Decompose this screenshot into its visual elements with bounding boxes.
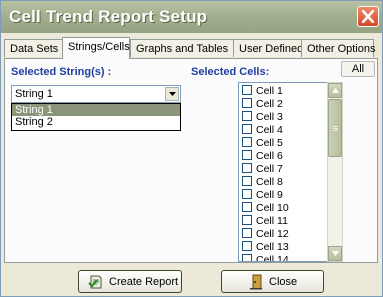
select-all-button[interactable]: All <box>341 61 375 77</box>
chevron-down-icon <box>332 251 339 256</box>
cell-item[interactable]: Cell 14 <box>242 254 289 262</box>
checkbox[interactable] <box>242 137 252 147</box>
cell-item[interactable]: Cell 3 <box>242 111 283 124</box>
cell-label: Cell 3 <box>256 111 283 123</box>
title-bar[interactable]: Cell Trend Report Setup <box>1 1 382 33</box>
tab-strings-cells[interactable]: Strings/Cells <box>62 37 130 59</box>
string-option-2[interactable]: String 2 <box>12 116 180 128</box>
tab-label: Other Options <box>307 43 376 55</box>
checkbox[interactable] <box>242 176 252 186</box>
cell-label: Cell 12 <box>256 228 289 240</box>
checkbox[interactable] <box>242 150 252 160</box>
string-select[interactable]: String 1 <box>11 85 181 103</box>
checkbox[interactable] <box>242 202 252 212</box>
cell-label: Cell 2 <box>256 98 283 110</box>
tab-label: Strings/Cells <box>68 41 130 53</box>
cells-scrollbar[interactable] <box>327 82 343 262</box>
cell-item[interactable]: Cell 13 <box>242 241 289 254</box>
chevron-down-icon <box>169 92 176 96</box>
window-title: Cell Trend Report Setup <box>9 7 208 26</box>
tab-label: Graphs and Tables <box>136 43 229 55</box>
checkbox[interactable] <box>242 163 252 173</box>
scroll-up-button[interactable] <box>328 83 342 98</box>
cell-item[interactable]: Cell 2 <box>242 98 283 111</box>
cell-label: Cell 7 <box>256 163 283 175</box>
checkbox[interactable] <box>242 98 252 108</box>
dialog-window: Cell Trend Report Setup Data Sets String… <box>0 0 383 297</box>
cell-label: Cell 11 <box>256 215 288 227</box>
checkbox[interactable] <box>242 254 252 261</box>
scroll-thumb[interactable] <box>328 99 342 157</box>
tab-strip: Data Sets Strings/Cells Graphs and Table… <box>4 37 380 59</box>
tab-graphs-tables[interactable]: Graphs and Tables <box>130 39 234 57</box>
cell-label: Cell 8 <box>256 176 283 188</box>
cell-item[interactable]: Cell 1 <box>242 85 283 98</box>
cell-label: Cell 14 <box>256 254 289 262</box>
cell-item[interactable]: Cell 11 <box>242 215 288 228</box>
tab-other-options[interactable]: Other Options <box>301 39 376 57</box>
close-button[interactable]: Close <box>221 270 324 293</box>
cell-label: Cell 4 <box>256 124 283 136</box>
cell-label: Cell 9 <box>256 189 283 201</box>
exit-door-icon <box>250 274 262 290</box>
button-bar: Create Report Close <box>1 265 382 296</box>
checkbox[interactable] <box>242 85 252 95</box>
checkbox[interactable] <box>242 241 252 251</box>
cell-item[interactable]: Cell 10 <box>242 202 289 215</box>
close-label: Close <box>269 276 298 288</box>
cell-item[interactable]: Cell 9 <box>242 189 283 202</box>
tab-data-sets[interactable]: Data Sets <box>4 39 63 57</box>
cell-item[interactable]: Cell 6 <box>242 150 283 163</box>
scroll-down-button[interactable] <box>328 246 342 261</box>
cell-label: Cell 1 <box>256 85 283 97</box>
report-icon <box>88 275 102 289</box>
cell-item[interactable]: Cell 5 <box>242 137 283 150</box>
grip-icon <box>333 126 338 127</box>
cell-label: Cell 13 <box>256 241 289 253</box>
chevron-up-icon <box>332 88 339 93</box>
checkbox[interactable] <box>242 228 252 238</box>
strings-cells-panel: Selected String(s) : String 1 String 1 S… <box>4 58 378 263</box>
cell-item[interactable]: Cell 12 <box>242 228 289 241</box>
window-close-button[interactable] <box>357 6 379 27</box>
cell-item[interactable]: Cell 8 <box>242 176 283 189</box>
string-select-value: String 1 <box>15 88 53 100</box>
create-report-label: Create Report <box>109 276 179 288</box>
checkbox[interactable] <box>242 215 252 225</box>
cell-label: Cell 10 <box>256 202 289 214</box>
checkbox[interactable] <box>242 189 252 199</box>
dropdown-button[interactable] <box>165 87 179 101</box>
tab-user-defined[interactable]: User Defined <box>233 39 304 57</box>
selected-cells-label: Selected Cells: <box>191 66 270 78</box>
cell-item[interactable]: Cell 4 <box>242 124 283 137</box>
create-report-button[interactable]: Create Report <box>78 270 182 293</box>
cell-label: Cell 6 <box>256 150 283 162</box>
string-option-1[interactable]: String 1 <box>12 104 180 116</box>
checkbox[interactable] <box>242 124 252 134</box>
selected-strings-label: Selected String(s) : <box>11 66 112 78</box>
tab-label: User Defined <box>239 43 304 55</box>
checkbox[interactable] <box>242 111 252 121</box>
tab-label: Data Sets <box>10 43 59 55</box>
cell-label: Cell 5 <box>256 137 283 149</box>
close-icon <box>362 10 374 23</box>
string-dropdown-list: String 1 String 2 <box>11 103 181 131</box>
cell-item[interactable]: Cell 7 <box>242 163 283 176</box>
